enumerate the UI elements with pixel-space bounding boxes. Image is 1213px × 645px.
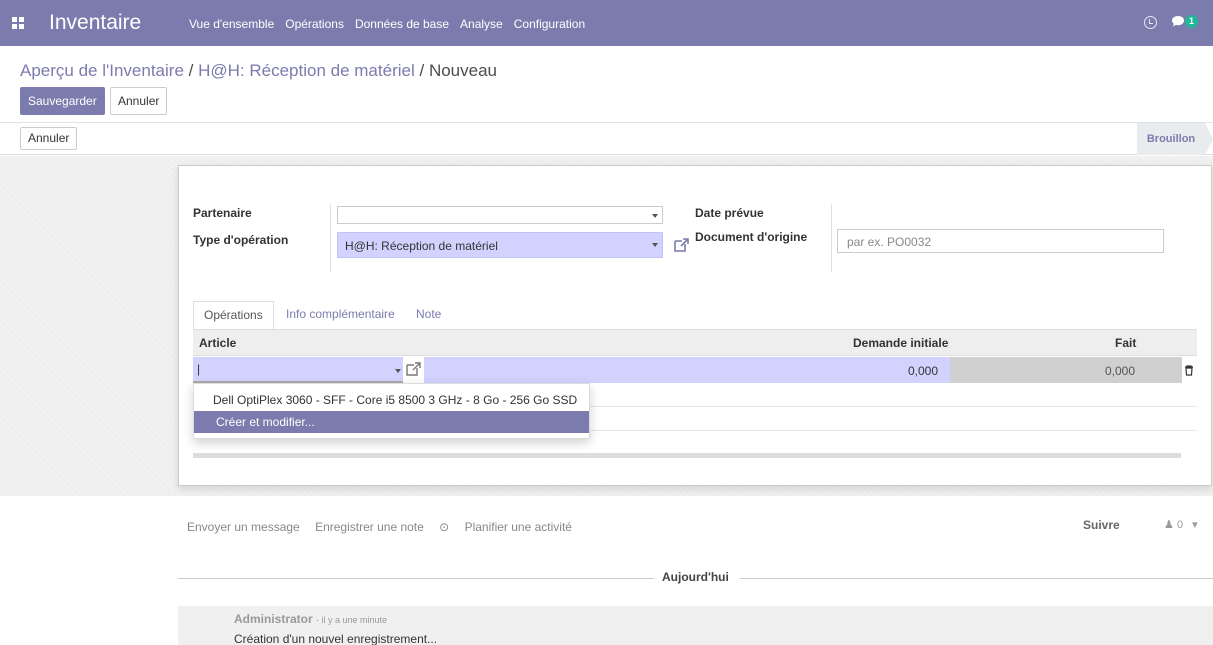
activity-clock-icon[interactable] [1144,16,1157,29]
main-menu: Vue d'ensemble Opérations Données de bas… [189,17,596,31]
message-author: Administrator - il y a une minute [234,612,388,626]
table-row: | 0,000 0,000 [193,357,1197,383]
schedule-activity-button[interactable]: ⊙ Planifier une activité [439,520,584,534]
chevron-down-icon [652,243,658,247]
menu-operations[interactable]: Opérations [285,17,344,31]
article-autocomplete: Dell OptiPlex 3060 - SFF - Core i5 8500 … [193,383,590,439]
autocomplete-create-edit[interactable]: Créer et modifier... [194,411,589,433]
discard-button[interactable]: Annuler [110,87,168,115]
partner-select[interactable] [337,206,663,224]
menu-configuration[interactable]: Configuration [514,17,585,31]
breadcrumb-separator: / [188,61,194,80]
send-message-button[interactable]: Envoyer un message [187,520,300,534]
column-article[interactable]: Article [199,336,236,350]
chatter-message: Administrator - il y a une minute Créati… [178,606,1213,645]
autocomplete-option-product[interactable]: Dell OptiPlex 3060 - SFF - Core i5 8500 … [194,389,589,411]
menu-donnees-de-base[interactable]: Données de base [355,17,449,31]
tab-note[interactable]: Note [406,301,451,330]
demand-value: 0,000 [908,364,939,378]
cancel-picking-button[interactable]: Annuler [20,127,78,150]
apps-menu-icon[interactable] [12,17,24,29]
caret-down-icon: ▾ [1192,519,1198,531]
done-cell [950,357,1182,383]
breadcrumb-separator: / [419,61,425,80]
save-button[interactable]: Sauvegarder [20,87,105,115]
breadcrumb-reception[interactable]: H@H: Réception de matériel [198,61,415,80]
origin-input[interactable]: par ex. PO0032 [837,229,1164,253]
chat-badge: 1 [1185,15,1199,28]
status-bar: Annuler Brouillon [0,123,1213,155]
scheduled-date-label: Date prévue [695,206,764,220]
followers-button[interactable]: ♟ 0 ▾ [1164,518,1198,531]
operation-type-label: Type d'opération [193,233,289,247]
message-date: - il y a une minute [316,615,388,625]
breadcrumb-inventory[interactable]: Aperçu de l'Inventaire [20,61,184,80]
trash-icon[interactable] [1184,364,1194,376]
horizontal-scrollbar[interactable] [193,453,1181,458]
message-body: Création d'un nouvel enregistrement... [234,632,438,645]
menu-vue-ensemble[interactable]: Vue d'ensemble [189,17,274,31]
breadcrumb-current: Nouveau [428,61,498,80]
chevron-down-icon [652,214,658,218]
chatter-toolbar: Envoyer un message Enregistrer une note … [187,520,596,534]
stage-draft[interactable]: Brouillon [1137,123,1213,155]
date-separator-line [740,578,1213,579]
top-navbar: Inventaire Vue d'ensemble Opérations Don… [0,0,1213,46]
external-link-icon[interactable] [405,360,422,377]
user-icon: ♟ [1164,519,1174,531]
done-value: 0,000 [1105,364,1136,378]
external-link-icon[interactable] [673,236,690,253]
follow-button[interactable]: Suivre [1083,518,1120,532]
partner-label: Partenaire [193,206,252,220]
label-separator [330,204,331,272]
tab-operations[interactable]: Opérations [193,301,274,330]
chevron-down-icon [395,369,401,373]
demand-input[interactable] [424,357,950,383]
date-separator: Aujourd'hui [662,570,729,584]
table-header: Article Demande initiale Fait [193,330,1197,356]
operation-type-value: H@H: Réception de matériel [345,239,498,253]
breadcrumb: Aperçu de l'Inventaire / H@H: Réception … [20,61,497,81]
label-separator [831,204,832,272]
chat-icon[interactable] [1171,15,1185,29]
column-demand[interactable]: Demande initiale [853,336,948,350]
clock-icon: ⊙ [439,520,450,534]
log-note-button[interactable]: Enregistrer une note [315,520,424,534]
operation-type-select[interactable]: H@H: Réception de matériel [337,232,663,258]
date-separator-line [178,578,654,579]
article-input[interactable]: | [193,357,403,383]
app-title: Inventaire [49,11,142,34]
column-done[interactable]: Fait [1115,336,1136,350]
origin-label: Document d'origine [695,230,808,244]
menu-analyse[interactable]: Analyse [460,17,503,31]
tab-info-complementaire[interactable]: Info complémentaire [276,301,405,330]
